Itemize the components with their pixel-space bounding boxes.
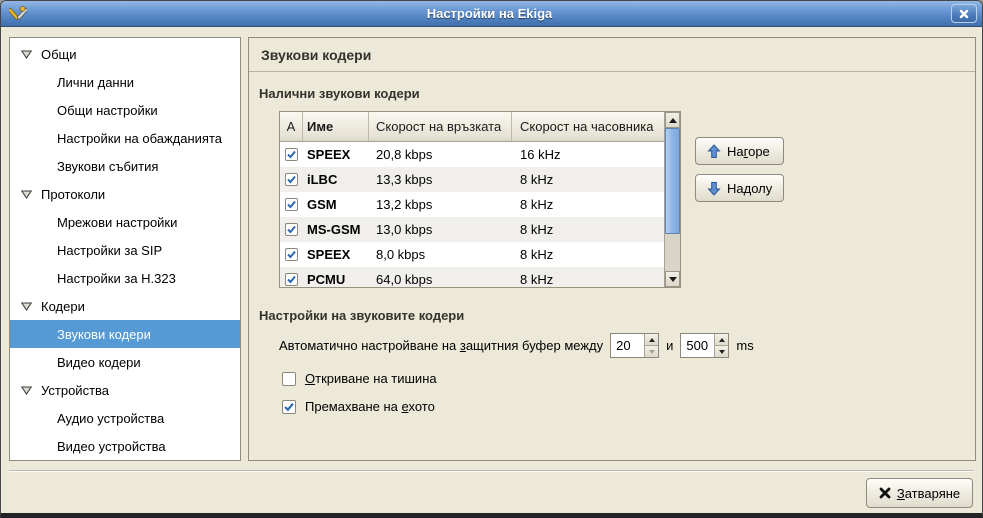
- codec-row[interactable]: MS-GSM 13,0 kbps 8 kHz: [280, 217, 664, 242]
- page-title: Звукови кодери: [249, 38, 975, 72]
- main-panel: Звукови кодери Налични звукови кодери A …: [248, 37, 976, 461]
- scroll-down-button[interactable]: [665, 271, 680, 287]
- column-header-clockrate[interactable]: Скорост на часовника: [512, 112, 664, 141]
- sidebar-item-video-devices[interactable]: Видео устройства: [10, 432, 240, 460]
- sidebar-item-network-settings[interactable]: Мрежови настройки: [10, 208, 240, 236]
- triangle-down-icon: [649, 350, 655, 354]
- triangle-up-icon: [649, 338, 655, 342]
- sidebar-item-sound-events[interactable]: Звукови събития: [10, 152, 240, 180]
- footer-separator: [9, 470, 974, 472]
- checkmark-icon: [287, 250, 296, 259]
- expander-down-icon[interactable]: [21, 190, 33, 199]
- close-button[interactable]: Затваряне: [866, 478, 973, 508]
- expander-down-icon[interactable]: [21, 302, 33, 311]
- codec-enabled-checkbox[interactable]: [285, 148, 298, 161]
- echo-cancellation-label: Премахване на ехото: [305, 399, 435, 414]
- codec-enabled-checkbox[interactable]: [285, 248, 298, 261]
- column-header-bandwidth[interactable]: Скорост на връзката: [369, 112, 512, 141]
- sidebar-item-h323-settings[interactable]: Настройки за H.323: [10, 264, 240, 292]
- codec-enabled-checkbox[interactable]: [285, 273, 298, 286]
- sidebar-group-general[interactable]: Общи: [10, 40, 240, 68]
- checkmark-icon: [287, 175, 296, 184]
- close-x-icon: [879, 487, 891, 499]
- spin-down-button[interactable]: [645, 345, 658, 357]
- preferences-window: Настройки на Ekiga Общи Лични данни Общи…: [0, 0, 983, 518]
- tools-icon: [8, 4, 28, 24]
- scroll-up-button[interactable]: [665, 112, 680, 128]
- triangle-up-icon: [669, 118, 677, 123]
- codec-enabled-checkbox[interactable]: [285, 173, 298, 186]
- sidebar-item-audio-devices[interactable]: Аудио устройства: [10, 404, 240, 432]
- codec-table-header: A Име Скорост на връзката Скорост на час…: [280, 112, 664, 142]
- checkmark-icon: [287, 150, 296, 159]
- silence-detection-row[interactable]: Откриване на тишина: [282, 371, 975, 386]
- codec-settings-heading: Настройки на звуковите кодери: [259, 308, 975, 323]
- conjunction-label: и: [666, 338, 673, 353]
- sidebar-item-sip-settings[interactable]: Настройки за SIP: [10, 236, 240, 264]
- checkmark-icon: [284, 402, 294, 412]
- codec-row[interactable]: iLBC 13,3 kbps 8 kHz: [280, 167, 664, 192]
- spin-up-button[interactable]: [715, 334, 728, 345]
- sidebar-group-codecs[interactable]: Кодери: [10, 292, 240, 320]
- sidebar-item-call-options[interactable]: Настройки на обажданията: [10, 124, 240, 152]
- close-icon: [959, 9, 969, 19]
- triangle-down-icon: [669, 277, 677, 282]
- spin-up-button[interactable]: [645, 334, 658, 345]
- window-title: Настройки на Ekiga: [28, 6, 951, 21]
- buffer-max-value[interactable]: 500: [681, 334, 714, 357]
- scrollbar-thumb[interactable]: [665, 128, 680, 234]
- column-header-active[interactable]: A: [280, 112, 303, 141]
- sidebar-item-audio-codecs[interactable]: Звукови кодери: [10, 320, 240, 348]
- move-up-button[interactable]: Нагоре: [695, 137, 784, 165]
- titlebar[interactable]: Настройки на Ekiga: [1, 1, 982, 27]
- silence-detection-checkbox[interactable]: [282, 372, 296, 386]
- sidebar-item-personal-data[interactable]: Лични данни: [10, 68, 240, 96]
- sidebar-group-protocols[interactable]: Протоколи: [10, 180, 240, 208]
- echo-cancellation-checkbox[interactable]: [282, 400, 296, 414]
- available-codecs-heading: Налични звукови кодери: [259, 86, 975, 101]
- checkmark-icon: [287, 200, 296, 209]
- silence-detection-label: Откриване на тишина: [305, 371, 437, 386]
- codec-row[interactable]: PCMU 64,0 kbps 8 kHz: [280, 267, 664, 287]
- codec-row[interactable]: GSM 13,2 kbps 8 kHz: [280, 192, 664, 217]
- down-arrow-icon: [707, 181, 721, 196]
- codec-enabled-checkbox[interactable]: [285, 223, 298, 236]
- codec-row[interactable]: SPEEX 8,0 kbps 8 kHz: [280, 242, 664, 267]
- codec-table: A Име Скорост на връзката Скорост на час…: [279, 111, 681, 288]
- codec-enabled-checkbox[interactable]: [285, 198, 298, 211]
- triangle-down-icon: [719, 350, 725, 354]
- buffer-min-spinbox[interactable]: 20: [610, 333, 659, 358]
- codec-row[interactable]: SPEEX 20,8 kbps 16 kHz: [280, 142, 664, 167]
- expander-down-icon[interactable]: [21, 50, 33, 59]
- expander-down-icon[interactable]: [21, 386, 33, 395]
- column-header-name[interactable]: Име: [303, 112, 369, 141]
- triangle-up-icon: [719, 338, 725, 342]
- buffer-min-value[interactable]: 20: [611, 334, 644, 357]
- echo-cancellation-row[interactable]: Премахване на ехото: [282, 399, 975, 414]
- buffer-max-spinbox[interactable]: 500: [680, 333, 729, 358]
- scrollbar-track[interactable]: [665, 128, 680, 271]
- unit-label: ms: [736, 338, 753, 353]
- sidebar-group-devices[interactable]: Устройства: [10, 376, 240, 404]
- sidebar-item-general-settings[interactable]: Общи настройки: [10, 96, 240, 124]
- up-arrow-icon: [707, 144, 721, 159]
- sidebar-tree: Общи Лични данни Общи настройки Настройк…: [9, 37, 241, 461]
- spin-down-button[interactable]: [715, 345, 728, 357]
- move-down-button[interactable]: Надолу: [695, 174, 784, 202]
- sidebar-item-video-codecs[interactable]: Видео кодери: [10, 348, 240, 376]
- checkmark-icon: [287, 275, 296, 284]
- checkmark-icon: [287, 225, 296, 234]
- vertical-scrollbar[interactable]: [664, 112, 680, 287]
- window-close-button[interactable]: [951, 4, 977, 23]
- jitter-buffer-label: Автоматично настройване на защитния буфе…: [279, 338, 603, 353]
